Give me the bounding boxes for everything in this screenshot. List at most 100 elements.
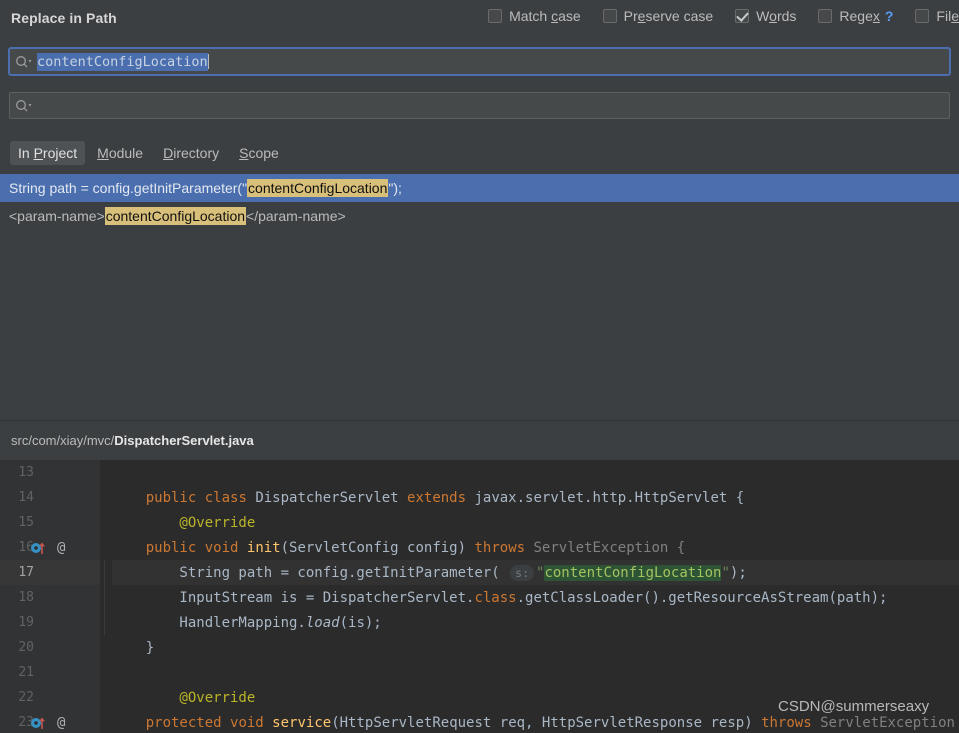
code-token: ServletException [820,714,955,731]
gutter[interactable]: 13 [0,460,100,485]
result-row[interactable]: <param-name> contentConfigLocation </param… [0,202,959,230]
line-number: 14 [18,490,34,505]
option-label-preserve-case: Preserve case [623,8,714,24]
code-preview[interactable]: 13 14 public class DispatcherServlet ext… [0,460,959,733]
code-line: 13 [0,460,959,485]
gutter[interactable]: 23 @ [0,710,100,733]
scope-tabs: In Project Module Directory Scope [10,141,291,165]
code-text: @Override [112,689,256,706]
scope-tab-module[interactable]: Module [89,141,151,165]
option-label-words: Words [756,8,797,24]
code-token: String path = config.getInitParameter( [112,564,509,581]
code-token: javax.servlet.http.HttpServlet { [474,489,745,506]
replace-search-icon [15,99,37,112]
code-token: InputStream is = DispatcherServlet. [112,589,475,606]
code-text: String path = config.getInitParameter( s… [112,564,747,581]
line-number: 15 [18,515,34,530]
option-label-file-mask: File [936,8,959,24]
code-token: .getClassLoader().getResourceAsStream(pa… [516,589,888,606]
scope-tab-directory[interactable]: Directory [155,141,227,165]
code-text: public void init(ServletConfig config) t… [112,539,686,556]
checkbox-file-mask[interactable] [915,9,930,23]
gutter[interactable]: 20 [0,635,100,660]
gutter[interactable]: 19 [0,610,100,635]
fold-column [100,660,112,685]
result-row[interactable]: String path = config.getInitParameter(" c… [0,174,959,202]
gutter[interactable]: 16 @ [0,535,100,560]
code-token: " [721,564,730,581]
results-list[interactable]: String path = config.getInitParameter(" c… [0,174,959,420]
code-token: protected [145,714,231,731]
code-token: public [145,539,205,556]
replace-input[interactable] [9,92,950,119]
gutter[interactable]: 21 [0,660,100,685]
override-method-icon[interactable]: @ [30,540,65,556]
code-line: 23 @ protected void service(HttpServletR… [0,710,959,733]
option-file-mask[interactable]: File [915,8,959,24]
code-token: ServletException { [533,539,686,556]
fold-column [100,460,112,485]
fold-column [100,585,112,610]
result-match: contentConfigLocation [104,207,247,225]
code-text: } [112,639,155,656]
file-path-directory: src/com/xiay/mvc/ [11,433,115,448]
search-input[interactable]: contentConfigLocation [9,48,950,75]
scope-tab-in-project[interactable]: In Project [10,141,86,165]
gutter[interactable]: 17 [0,560,100,585]
search-icon [15,55,37,68]
code-token: DispatcherServlet [255,489,408,506]
checkbox-words[interactable] [735,9,750,23]
annotation-at-icon[interactable]: @ [57,715,65,731]
code-line: 21 [0,660,959,685]
gutter[interactable]: 22 [0,685,100,710]
checkbox-match-case[interactable] [488,9,503,23]
code-line: 16 @ public void init(ServletConfig conf… [0,535,959,560]
checkbox-regex[interactable] [818,9,833,23]
code-token: ); [729,564,747,581]
option-label-match-case: Match case [509,8,581,24]
code-text: protected void service(HttpServletReques… [112,715,955,731]
option-words[interactable]: Words [735,8,796,24]
code-line: 15 @Override [0,510,959,535]
line-number: 22 [18,690,34,705]
line-number: 19 [18,615,34,630]
checkbox-preserve-case[interactable] [602,9,617,23]
code-text: InputStream is = DispatcherServlet.class… [112,590,887,606]
dialog-title: Replace in Path [11,10,117,26]
line-number: 21 [18,665,34,680]
gutter[interactable]: 14 [0,485,100,510]
option-regex[interactable]: Regex? [818,8,893,24]
line-number: 17 [18,565,34,580]
code-line-current: 17 String path = config.getInitParameter… [0,560,959,585]
result-text-after: </param-name> [246,208,346,224]
line-number: 20 [18,640,34,655]
file-path-bar[interactable]: src/com/xiay/mvc/DispatcherServlet.java [0,421,959,460]
code-token: load [305,614,340,631]
code-token: (is); [339,614,382,631]
code-text: HandlerMapping.load(is); [112,614,382,631]
gutter[interactable]: 15 [0,510,100,535]
override-method-icon[interactable]: @ [30,715,65,731]
code-token: (ServletConfig config) [280,539,475,556]
fold-column [100,560,112,585]
result-text-after: "); [388,180,402,196]
code-token: service [272,714,332,731]
line-number: 13 [18,465,34,480]
scope-tab-scope[interactable]: Scope [231,141,287,165]
annotation-at-icon[interactable]: @ [57,540,65,556]
fold-column [100,610,112,635]
code-token: extends [407,489,475,506]
gutter[interactable]: 18 [0,585,100,610]
fold-column [100,510,112,535]
replace-in-path-dialog: Replace in Path Match case Preserve case W… [0,0,959,733]
code-line: 14 public class DispatcherServlet extend… [0,485,959,510]
option-match-case[interactable]: Match case [488,8,581,24]
option-preserve-case[interactable]: Preserve case [602,8,714,24]
line-number: 18 [18,590,34,605]
code-line: 20 } [0,635,959,660]
help-link-regex[interactable]: ? [885,8,894,24]
result-text-before: String path = config.getInitParameter(" [9,180,248,196]
